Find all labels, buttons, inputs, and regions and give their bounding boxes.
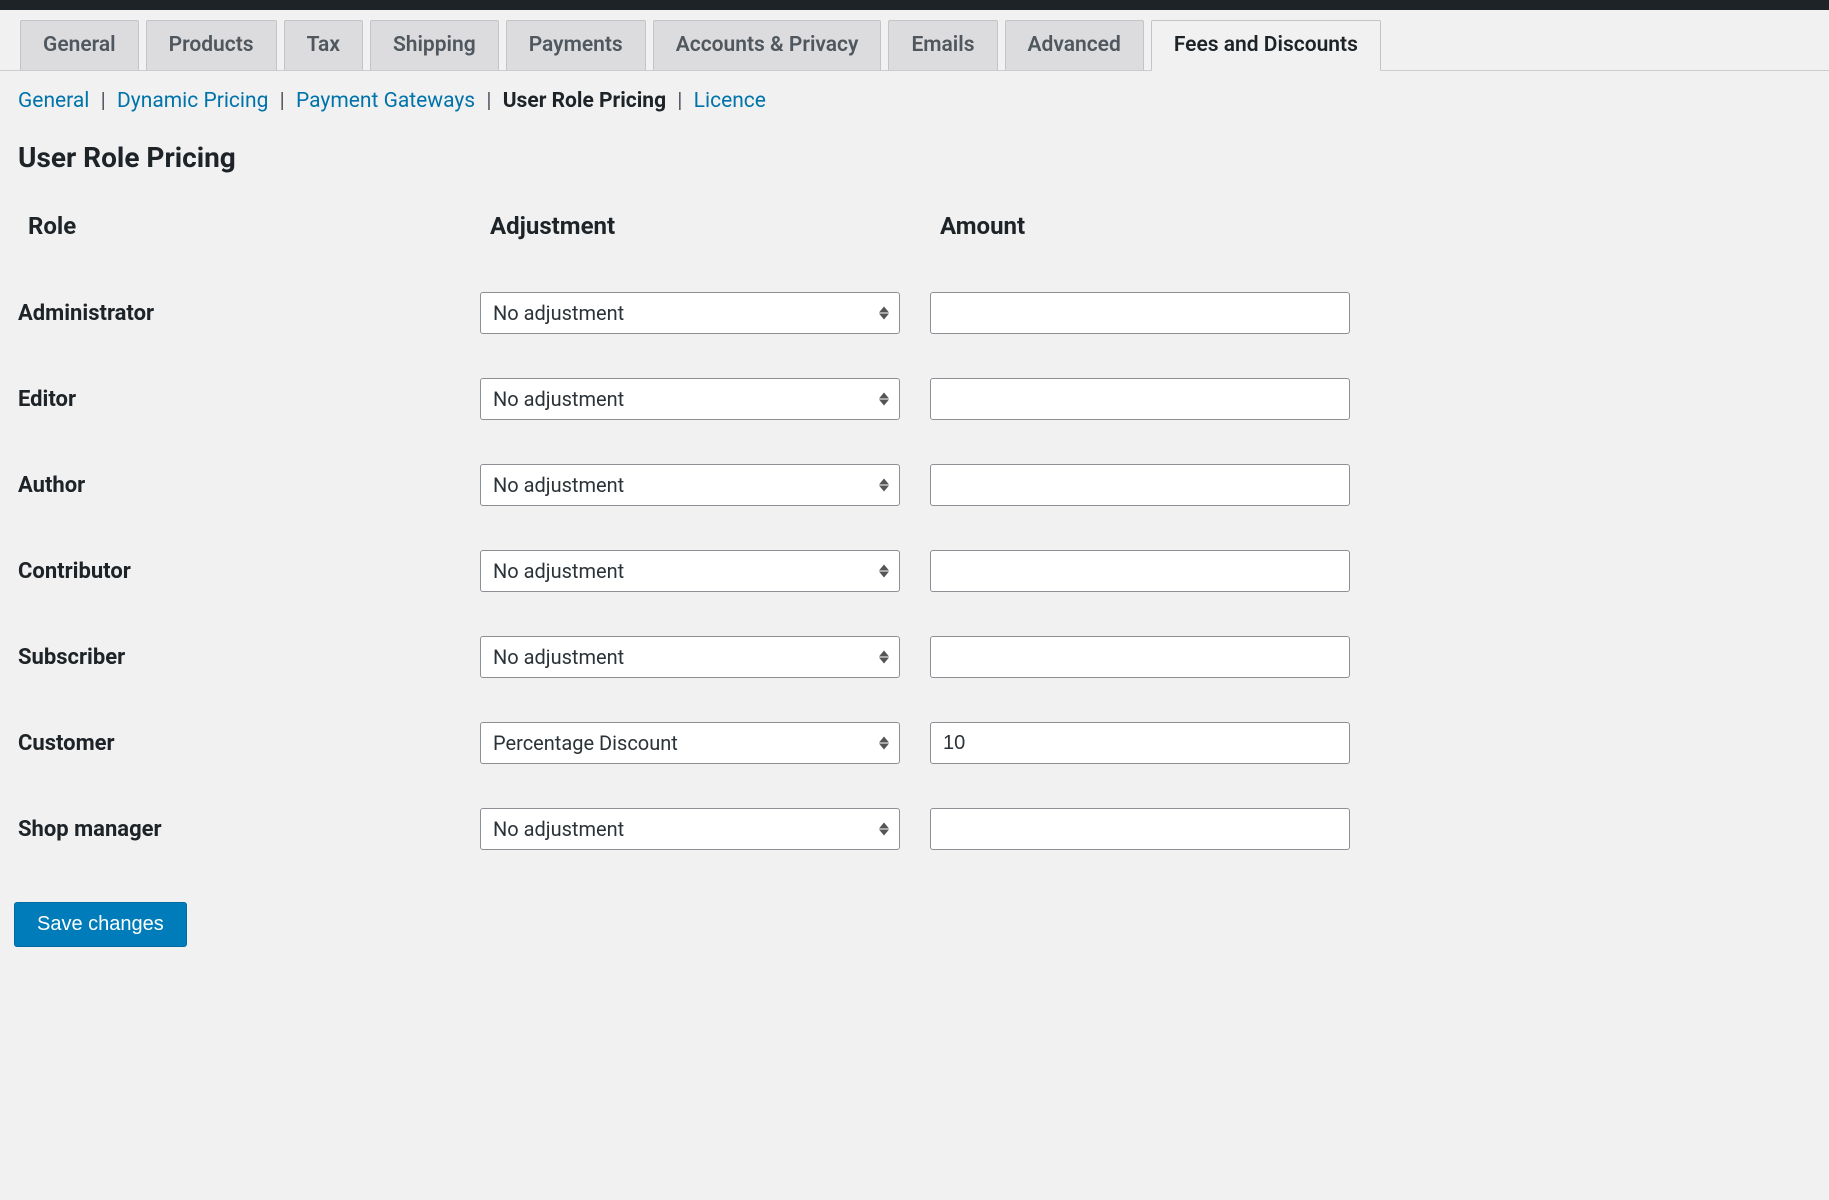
save-button[interactable]: Save changes [14,902,187,947]
chevron-updown-icon [879,307,891,320]
amount-input[interactable] [930,464,1350,506]
adjustment-select[interactable]: No adjustment [480,636,900,678]
subnav-link-payment-gateways[interactable]: Payment Gateways [296,89,475,113]
select-value: No adjustment [493,473,624,497]
role-label: Administrator [18,301,480,326]
role-label: Author [18,473,480,498]
amount-input[interactable] [930,292,1350,334]
tab-payments[interactable]: Payments [506,20,646,71]
role-label: Shop manager [18,817,480,842]
adjustment-select[interactable]: No adjustment [480,550,900,592]
table-header-row: Role Adjustment Amount [18,192,1811,270]
separator: | [480,89,497,113]
role-label: Contributor [18,559,480,584]
role-pricing-table: Role Adjustment Amount Administrator No … [0,192,1829,872]
adjustment-select[interactable]: No adjustment [480,378,900,420]
header-adjustment: Adjustment [490,212,940,240]
tab-advanced[interactable]: Advanced [1005,20,1144,71]
header-amount: Amount [940,212,1360,240]
select-value: No adjustment [493,645,624,669]
amount-input[interactable] [930,550,1350,592]
select-value: No adjustment [493,301,624,325]
amount-input[interactable] [930,722,1350,764]
amount-input[interactable] [930,808,1350,850]
table-row: Subscriber No adjustment [18,614,1811,700]
sub-navigation: General | Dynamic Pricing | Payment Gate… [0,71,1829,113]
select-value: No adjustment [493,559,624,583]
role-label: Subscriber [18,645,480,670]
tab-products[interactable]: Products [146,20,277,71]
separator: | [671,89,688,113]
admin-bar [0,0,1829,10]
tab-general[interactable]: General [20,20,139,71]
table-row: Administrator No adjustment [18,270,1811,356]
adjustment-select[interactable]: No adjustment [480,464,900,506]
table-row: Shop manager No adjustment [18,786,1811,872]
amount-input[interactable] [930,636,1350,678]
subnav-link-dynamic-pricing[interactable]: Dynamic Pricing [117,89,268,113]
table-row: Editor No adjustment [18,356,1811,442]
select-value: No adjustment [493,387,624,411]
table-row: Contributor No adjustment [18,528,1811,614]
chevron-updown-icon [879,565,891,578]
tab-emails[interactable]: Emails [888,20,997,71]
tab-fees-discounts[interactable]: Fees and Discounts [1151,20,1381,71]
table-row: Author No adjustment [18,442,1811,528]
role-label: Customer [18,731,480,756]
separator: | [274,89,291,113]
header-role: Role [28,212,490,240]
chevron-updown-icon [879,651,891,664]
tab-shipping[interactable]: Shipping [370,20,499,71]
subnav-link-licence[interactable]: Licence [694,89,766,113]
subnav-link-general[interactable]: General [18,89,89,113]
adjustment-select[interactable]: No adjustment [480,808,900,850]
subnav-current-user-role-pricing: User Role Pricing [503,89,666,113]
chevron-updown-icon [879,823,891,836]
chevron-updown-icon [879,479,891,492]
adjustment-select[interactable]: No adjustment [480,292,900,334]
adjustment-select[interactable]: Percentage Discount [480,722,900,764]
amount-input[interactable] [930,378,1350,420]
role-label: Editor [18,387,480,412]
chevron-updown-icon [879,737,891,750]
tab-tax[interactable]: Tax [284,20,363,71]
select-value: Percentage Discount [493,731,678,755]
settings-tabs: General Products Tax Shipping Payments A… [0,10,1829,71]
select-value: No adjustment [493,817,624,841]
table-row: Customer Percentage Discount [18,700,1811,786]
page-title: User Role Pricing [0,113,1829,192]
separator: | [95,89,112,113]
tab-accounts-privacy[interactable]: Accounts & Privacy [653,20,882,71]
chevron-updown-icon [879,393,891,406]
